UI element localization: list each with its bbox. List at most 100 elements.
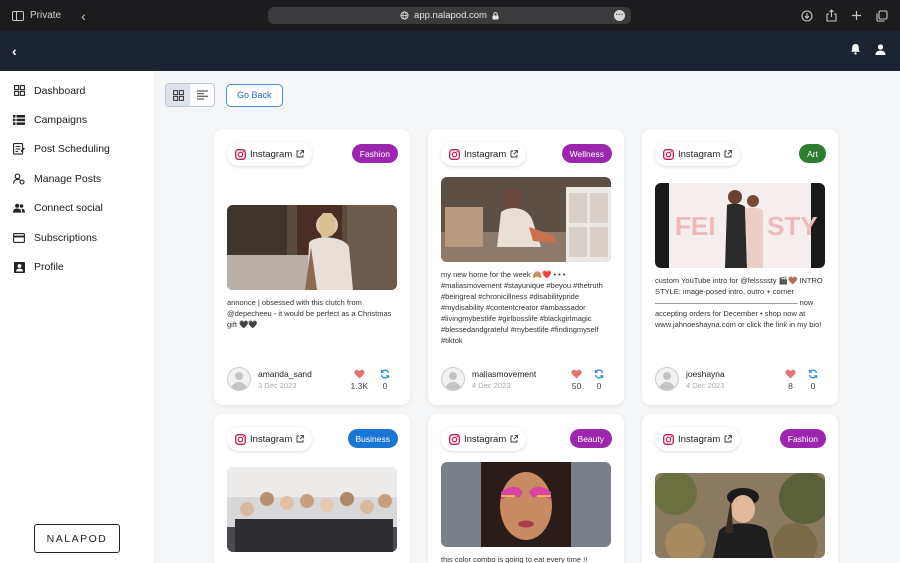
platform-pill[interactable]: Instagram — [227, 142, 313, 166]
post-caption: custom YouTube intro for @felssssty 🎬🤎 I… — [655, 276, 823, 329]
view-toolbar: Go Back — [165, 83, 283, 107]
sidebar-toggle-icon[interactable] — [12, 10, 24, 21]
sidebar-item-label: Post Scheduling — [34, 143, 110, 156]
view-toggle — [165, 83, 215, 107]
platform-pill[interactable]: Instagram — [441, 427, 527, 451]
instagram-icon — [449, 148, 460, 160]
sidebar-item-label: Campaigns — [34, 114, 88, 127]
sidebar-item-label: Dashboard — [34, 84, 86, 97]
shares-count: 0 — [596, 381, 602, 391]
avatar — [655, 367, 679, 391]
svg-text:STY: STY — [767, 211, 818, 241]
sidebar-item-connect-social[interactable]: Connect social — [0, 194, 154, 223]
url-text: app.nalapod.com — [414, 10, 487, 21]
post-caption: annonce | obsessed with this clutch from… — [227, 298, 392, 329]
user-icon[interactable] — [875, 42, 886, 60]
category-badge: Beauty — [569, 429, 612, 448]
shares-stat: 0 — [380, 369, 390, 391]
shares-count: 0 — [382, 381, 388, 391]
sidebar-item-label: Subscriptions — [34, 231, 98, 244]
sidebar-item-post-scheduling[interactable]: Post Scheduling — [0, 135, 154, 164]
platform-label: Instagram — [250, 433, 293, 445]
sidebar-item-dashboard[interactable]: Dashboard — [0, 76, 154, 105]
category-badge: Fashion — [351, 144, 398, 163]
post-card[interactable]: Instagram Fashion annonce | obsessed wit… — [214, 129, 410, 405]
schedule-icon — [13, 143, 25, 156]
grid-icon — [13, 85, 25, 97]
shares-count: 0 — [810, 381, 816, 391]
sidebar-item-label: Manage Posts — [34, 172, 102, 185]
refresh-icon — [594, 369, 604, 379]
bell-icon[interactable] — [850, 42, 861, 60]
sidebar-item-campaigns[interactable]: Campaigns — [0, 105, 154, 134]
post-author: maliasmovement 4 Dec 2023 — [441, 367, 536, 391]
sidebar-item-subscriptions[interactable]: Subscriptions — [0, 223, 154, 252]
heart-icon — [354, 369, 365, 379]
grid-view-button[interactable] — [166, 84, 190, 106]
post-image[interactable] — [441, 462, 611, 547]
external-link-icon — [296, 150, 305, 158]
author-username: maliasmovement — [472, 368, 537, 379]
category-badge: Business — [347, 429, 398, 448]
list-view-icon — [196, 90, 208, 100]
instagram-icon — [235, 433, 246, 445]
sidebar-item-profile[interactable]: Profile — [0, 252, 154, 281]
platform-pill[interactable]: Instagram — [227, 427, 313, 451]
platform-pill[interactable]: Instagram — [655, 427, 741, 451]
sidebar-item-manage-posts[interactable]: Manage Posts — [0, 164, 154, 193]
post-card[interactable]: Instagram Beauty this color combo is goi… — [428, 414, 624, 563]
post-card[interactable]: Instagram Fashion — [642, 414, 838, 563]
post-card[interactable]: Instagram Business — [214, 414, 410, 563]
category-badge: Fashion — [779, 429, 826, 448]
nalapod-logo: NALAPOD — [34, 524, 120, 553]
shares-stat: 0 — [808, 369, 818, 391]
tabs-overview-icon[interactable] — [875, 9, 888, 22]
go-back-button[interactable]: Go Back — [226, 83, 283, 107]
browser-back-icon[interactable]: ‹ — [81, 9, 86, 23]
post-image[interactable] — [227, 205, 397, 290]
list-view-button[interactable] — [190, 84, 214, 106]
platform-pill[interactable]: Instagram — [655, 142, 741, 166]
collapse-sidebar-icon[interactable]: ‹ — [12, 43, 17, 59]
campaigns-icon — [13, 114, 25, 126]
post-image[interactable] — [227, 467, 397, 552]
instagram-icon — [449, 433, 460, 445]
platform-pill[interactable]: Instagram — [441, 142, 527, 166]
avatar — [227, 367, 251, 391]
author-username: joeshayna — [686, 368, 725, 379]
heart-icon — [571, 369, 582, 379]
platform-label: Instagram — [464, 148, 507, 160]
private-label: Private — [30, 10, 62, 21]
share-icon[interactable] — [825, 9, 838, 22]
external-link-icon — [724, 435, 733, 443]
external-link-icon — [510, 150, 519, 158]
likes-count: 50 — [571, 381, 582, 391]
instagram-icon — [663, 433, 674, 445]
external-link-icon — [724, 150, 733, 158]
instagram-icon — [663, 148, 674, 160]
browser-toolbar: Private ‹ app.nalapod.com ··· — [0, 0, 900, 31]
new-tab-icon[interactable] — [850, 9, 863, 22]
address-bar[interactable]: app.nalapod.com ··· — [268, 7, 631, 24]
post-stats: 50 0 — [571, 369, 604, 391]
post-card[interactable]: Instagram Wellness my new home for the w… — [428, 129, 624, 405]
platform-label: Instagram — [464, 433, 507, 445]
sidebar-item-label: Connect social — [34, 202, 103, 215]
globe-icon — [400, 11, 409, 20]
post-image[interactable]: FEI STY — [655, 183, 825, 268]
app-header: ‹ — [0, 31, 900, 71]
more-options-icon[interactable]: ··· — [614, 10, 625, 21]
lock-icon — [492, 11, 499, 19]
post-stats: 8 0 — [785, 369, 818, 391]
sidebar-item-label: Profile — [34, 261, 64, 274]
likes-count: 1.3K — [350, 381, 369, 391]
post-card[interactable]: Instagram Art FEI STY custom YouTube int… — [642, 129, 838, 405]
downloads-icon[interactable] — [800, 9, 813, 22]
post-date: 4 Dec 2023 — [472, 380, 511, 390]
post-image[interactable] — [655, 473, 825, 558]
likes-stat: 50 — [571, 369, 582, 391]
external-link-icon — [510, 435, 519, 443]
external-link-icon — [296, 435, 305, 443]
grid-view-icon — [172, 89, 184, 101]
post-image[interactable] — [441, 177, 611, 262]
